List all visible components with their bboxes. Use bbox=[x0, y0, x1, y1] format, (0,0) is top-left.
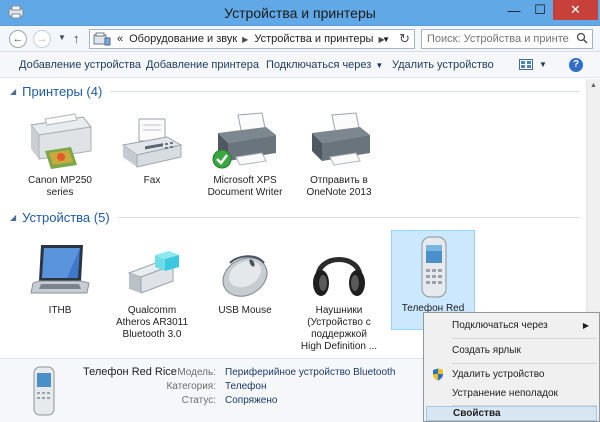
menu-item-properties[interactable]: Свойства bbox=[426, 406, 597, 421]
printer-icon bbox=[312, 112, 370, 166]
minimize-icon: — bbox=[507, 2, 521, 18]
mouse-icon bbox=[222, 255, 268, 297]
collapse-icon[interactable]: ◢ bbox=[10, 213, 16, 222]
item-label: Отправить в OneNote 2013 bbox=[306, 175, 372, 198]
category-value: Телефон bbox=[225, 381, 267, 392]
recent-locations-dropdown[interactable]: ▼ bbox=[58, 33, 66, 42]
devices-group-header[interactable]: ◢ Устройства (5) bbox=[10, 210, 580, 225]
close-icon: ✕ bbox=[570, 2, 581, 17]
connect-via-label: Подключаться через bbox=[266, 59, 372, 71]
item-label: Microsoft XPS Document Writer bbox=[207, 175, 283, 198]
group-divider bbox=[117, 217, 580, 218]
printers-group-header[interactable]: ◢ Принтеры (4) bbox=[10, 84, 580, 99]
back-button[interactable]: ← bbox=[9, 30, 27, 48]
minimize-button[interactable]: — bbox=[501, 0, 527, 20]
phone-icon bbox=[421, 236, 447, 298]
item-label: Canon MP250 series bbox=[28, 175, 92, 198]
breadcrumb-hardware-sound[interactable]: Оборудование и звук bbox=[129, 33, 237, 45]
printer-item-fax[interactable]: Fax bbox=[110, 103, 194, 187]
up-button[interactable]: ↑ bbox=[73, 31, 80, 46]
menu-separator bbox=[452, 338, 597, 339]
scroll-up-icon[interactable]: ▲ bbox=[590, 82, 597, 89]
phone-icon bbox=[33, 366, 55, 416]
forward-button[interactable]: → bbox=[33, 30, 51, 48]
menu-separator bbox=[452, 363, 597, 364]
add-device-button[interactable]: Добавление устройства bbox=[19, 59, 141, 71]
menu-item-remove-device[interactable]: Удалить устройство bbox=[426, 365, 597, 384]
device-item-bluetooth[interactable]: Qualcomm Atheros AR3011 Bluetooth 3.0 bbox=[110, 233, 194, 341]
status-label: Статус: bbox=[181, 395, 216, 406]
title-bar: Устройства и принтеры — ☐ ✕ bbox=[0, 0, 600, 26]
menu-item-connect-via[interactable]: Подключаться через ▶ bbox=[426, 316, 597, 335]
bluetooth-adapter-icon bbox=[127, 251, 179, 294]
breadcrumb-devices-printers[interactable]: Устройства и принтеры bbox=[254, 33, 373, 45]
printer-item-canon[interactable]: Canon MP250 series bbox=[18, 103, 102, 199]
search-box[interactable] bbox=[421, 29, 593, 49]
printer-default-icon bbox=[212, 112, 276, 169]
device-item-ithb[interactable]: ITHB bbox=[18, 233, 102, 317]
printer-photo-icon bbox=[30, 113, 92, 169]
close-button[interactable]: ✕ bbox=[553, 0, 598, 20]
group-divider bbox=[110, 91, 580, 92]
change-view-icon[interactable] bbox=[519, 59, 533, 70]
devices-group-title: Устройства (5) bbox=[22, 210, 110, 225]
device-item-mouse[interactable]: USB Mouse bbox=[203, 233, 287, 317]
category-label: Категория: bbox=[166, 381, 216, 392]
status-value: Сопряжено bbox=[225, 395, 278, 406]
context-menu: Подключаться через ▶ Создать ярлык Удали… bbox=[423, 312, 600, 422]
arrow-right-icon: → bbox=[36, 33, 48, 45]
remove-device-button[interactable]: Удалить устройство bbox=[392, 59, 494, 71]
help-icon[interactable]: ? bbox=[569, 58, 583, 72]
item-label: Qualcomm Atheros AR3011 Bluetooth 3.0 bbox=[115, 305, 189, 340]
refresh-icon[interactable]: ↻ bbox=[399, 31, 410, 47]
printer-item-xps[interactable]: Microsoft XPS Document Writer bbox=[203, 103, 287, 199]
search-input[interactable] bbox=[422, 30, 570, 48]
arrow-left-icon: ← bbox=[12, 33, 24, 45]
breadcrumb-prefix[interactable]: « bbox=[117, 33, 123, 45]
item-label: Наушники (Устройство с поддержкой High Defi… bbox=[300, 305, 378, 352]
laptop-icon bbox=[30, 245, 90, 294]
submenu-arrow-icon: ▶ bbox=[582, 321, 589, 330]
item-label: ITHB bbox=[48, 305, 72, 316]
command-bar: Добавление устройства Добавление принтер… bbox=[0, 52, 600, 78]
headphones-icon bbox=[313, 257, 365, 296]
maximize-button[interactable]: ☐ bbox=[527, 0, 553, 20]
add-printer-button[interactable]: Добавление принтера bbox=[146, 59, 259, 71]
device-item-headphones[interactable]: Наушники (Устройство с поддержкой High Defi… bbox=[297, 233, 381, 353]
fax-icon bbox=[121, 118, 183, 168]
maximize-icon: ☐ bbox=[534, 2, 546, 17]
chevron-right-icon[interactable]: ▶ bbox=[242, 35, 248, 44]
address-dropdown[interactable]: ▼ bbox=[382, 35, 390, 44]
chevron-down-icon: ▼ bbox=[375, 61, 384, 70]
printers-group-title: Принтеры (4) bbox=[22, 84, 103, 99]
collapse-icon[interactable]: ◢ bbox=[10, 87, 16, 96]
connect-via-button[interactable]: Подключаться через ▼ bbox=[266, 59, 383, 71]
item-label: USB Mouse bbox=[218, 305, 272, 316]
item-label: Fax bbox=[143, 175, 161, 186]
printer-item-onenote[interactable]: Отправить в OneNote 2013 bbox=[297, 103, 381, 199]
menu-item-create-shortcut[interactable]: Создать ярлык bbox=[426, 341, 597, 360]
model-value: Периферийное устройство Bluetooth bbox=[225, 367, 396, 378]
control-panel-icon bbox=[93, 32, 111, 46]
menu-item-troubleshoot[interactable]: Устранение неполадок bbox=[426, 384, 597, 403]
model-label: Модель: bbox=[177, 367, 216, 378]
search-icon bbox=[576, 32, 588, 44]
address-bar[interactable]: « Оборудование и звук ▶ Устройства и при… bbox=[89, 29, 415, 49]
uac-shield-icon bbox=[433, 368, 443, 381]
address-row: ← → ▼ ↑ « Оборудование и звук ▶ Устройст… bbox=[0, 26, 600, 52]
view-options-dropdown[interactable]: ▼ bbox=[539, 60, 547, 69]
